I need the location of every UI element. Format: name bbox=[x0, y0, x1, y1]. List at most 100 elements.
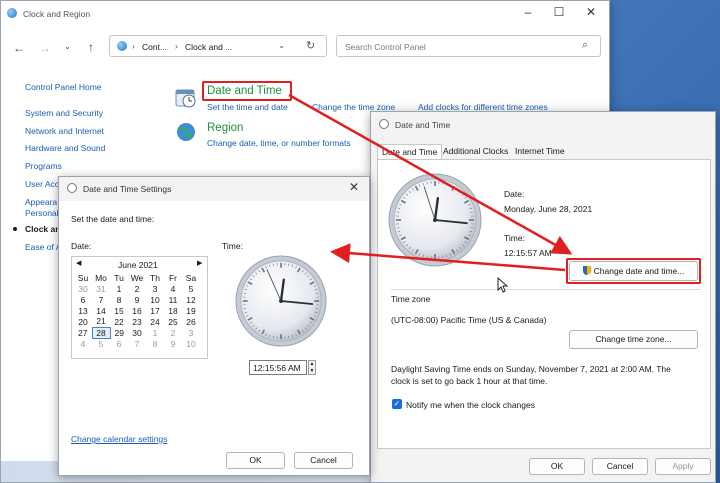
sidebar-item-programs[interactable]: Programs bbox=[25, 161, 62, 171]
calendar-day[interactable]: 12 bbox=[182, 294, 200, 305]
calendar-day[interactable]: 27 bbox=[74, 327, 92, 338]
calendar-day[interactable]: 9 bbox=[164, 338, 182, 349]
calendar-day[interactable]: 3 bbox=[182, 327, 200, 338]
apply-button[interactable]: Apply bbox=[655, 458, 711, 475]
tab-internet-time[interactable]: Internet Time bbox=[515, 146, 565, 156]
calendar-day[interactable]: 2 bbox=[164, 327, 182, 338]
calendar-day[interactable]: 6 bbox=[110, 338, 128, 349]
sidebar-item-appearance-2[interactable]: Personal bbox=[25, 208, 59, 218]
calendar-day[interactable]: 30 bbox=[74, 283, 92, 294]
search-box[interactable]: Search Control Panel ⌕ bbox=[336, 35, 601, 57]
forward-arrow-icon[interactable]: → bbox=[39, 41, 51, 55]
breadcrumb-control-panel[interactable]: Cont... bbox=[142, 42, 167, 52]
address-bar[interactable]: › Cont... › Clock and ... ⌄ ↻ bbox=[109, 35, 327, 57]
breadcrumb-clock-region[interactable]: Clock and ... bbox=[185, 42, 232, 52]
calendar-day[interactable]: 7 bbox=[92, 294, 110, 305]
calendar-day[interactable]: 30 bbox=[128, 327, 146, 338]
set-time-date-link[interactable]: Set the time and date bbox=[207, 102, 288, 112]
calendar-day[interactable]: 1 bbox=[146, 327, 164, 338]
refresh-icon[interactable]: ↻ bbox=[306, 39, 315, 52]
tab-additional-clocks[interactable]: Additional Clocks bbox=[443, 146, 508, 156]
calendar-day[interactable]: 24 bbox=[146, 316, 164, 327]
sidebar-item-home[interactable]: Control Panel Home bbox=[25, 82, 102, 92]
settings-close-button[interactable]: ✕ bbox=[339, 180, 369, 194]
calendar-day[interactable]: 7 bbox=[128, 338, 146, 349]
tab-date-time[interactable]: Date and Time bbox=[377, 144, 443, 160]
settings-ok-button[interactable]: OK bbox=[226, 452, 285, 469]
calendar-day[interactable]: 18 bbox=[164, 305, 182, 316]
time-spinner[interactable]: ▲ ▼ bbox=[308, 360, 316, 375]
up-arrow-icon[interactable]: ↑ bbox=[88, 40, 94, 54]
region-formats-link[interactable]: Change date, time, or number formats bbox=[207, 138, 351, 148]
close-button[interactable]: ✕ bbox=[576, 5, 606, 19]
calendar-day[interactable]: 29 bbox=[110, 327, 128, 338]
recent-dropdown-icon[interactable]: ⌄ bbox=[64, 42, 71, 51]
calendar-day[interactable]: 8 bbox=[146, 338, 164, 349]
calendar-day[interactable]: 23 bbox=[128, 316, 146, 327]
calendar-month[interactable]: June 2021 bbox=[118, 260, 158, 270]
globe-icon bbox=[175, 121, 197, 143]
calendar-day[interactable]: 11 bbox=[164, 294, 182, 305]
calendar-day[interactable]: 2 bbox=[128, 283, 146, 294]
calendar-day[interactable]: 22 bbox=[110, 316, 128, 327]
time-input[interactable]: 12:15:56 AM bbox=[249, 360, 307, 375]
set-date-time-prompt: Set the date and time: bbox=[71, 214, 155, 224]
calendar-day[interactable]: 6 bbox=[74, 294, 92, 305]
settings-cancel-button[interactable]: Cancel bbox=[294, 452, 353, 469]
back-arrow-icon[interactable]: ← bbox=[13, 41, 25, 55]
calendar-day[interactable]: 10 bbox=[182, 338, 200, 349]
calendar-day[interactable]: 5 bbox=[182, 283, 200, 294]
cancel-button[interactable]: Cancel bbox=[592, 458, 648, 475]
sidebar-item-network[interactable]: Network and Internet bbox=[25, 126, 104, 136]
chevron-down-icon[interactable]: ⌄ bbox=[278, 40, 285, 51]
calendar-day[interactable]: 25 bbox=[164, 316, 182, 327]
date-label: Date: bbox=[504, 189, 525, 199]
sidebar-item-clock-region[interactable]: Clock an bbox=[25, 224, 60, 234]
next-month-icon[interactable]: ▶ bbox=[197, 259, 202, 267]
calendar-day[interactable]: 14 bbox=[92, 305, 110, 316]
calendar-day[interactable]: 8 bbox=[110, 294, 128, 305]
calendar[interactable]: ◀ June 2021 ▶ Su Mo Tu We Th Fr Sa 30 31 1 2 3 4 5 6 7… bbox=[71, 256, 208, 359]
calendar-day[interactable]: 1 bbox=[110, 283, 128, 294]
change-calendar-settings-link[interactable]: Change calendar settings bbox=[71, 434, 167, 444]
calendar-day[interactable]: 19 bbox=[182, 305, 200, 316]
calendar-day[interactable]: 4 bbox=[164, 283, 182, 294]
calendar-day[interactable]: 31 bbox=[92, 283, 110, 294]
sidebar-item-hardware[interactable]: Hardware and Sound bbox=[25, 143, 105, 153]
weekday-header: Mo bbox=[95, 272, 107, 283]
notify-checkbox[interactable]: ✓ bbox=[392, 399, 402, 409]
dst-info-line-2: clock is set to go back 1 hour at that t… bbox=[391, 376, 548, 386]
weekday-header: Sa bbox=[185, 272, 197, 283]
change-time-zone-button[interactable]: Change time zone... bbox=[569, 330, 698, 349]
sidebar-item-appearance[interactable]: Appeara bbox=[25, 197, 57, 207]
notify-label[interactable]: Notify me when the clock changes bbox=[406, 400, 535, 410]
divider bbox=[391, 289, 701, 290]
change-date-time-highlight bbox=[566, 258, 701, 284]
calendar-day[interactable]: 10 bbox=[146, 294, 164, 305]
minimize-button[interactable]: – bbox=[513, 5, 543, 19]
calendar-day[interactable]: 26 bbox=[182, 316, 200, 327]
time-input-value: 12:15:56 AM bbox=[253, 363, 301, 373]
calendar-day[interactable]: 9 bbox=[128, 294, 146, 305]
calendar-day[interactable]: 20 bbox=[74, 316, 92, 327]
calendar-day[interactable]: 13 bbox=[74, 305, 92, 316]
calendar-day[interactable]: 16 bbox=[128, 305, 146, 316]
calendar-day[interactable]: 5 bbox=[92, 338, 110, 349]
calendar-day[interactable]: 15 bbox=[110, 305, 128, 316]
calendar-day[interactable]: 17 bbox=[146, 305, 164, 316]
calendar-day[interactable]: 3 bbox=[146, 283, 164, 294]
previous-month-icon[interactable]: ◀ bbox=[76, 259, 81, 267]
search-input[interactable]: Search Control Panel bbox=[345, 42, 426, 52]
calendar-day[interactable]: 4 bbox=[74, 338, 92, 349]
maximize-button[interactable]: ☐ bbox=[544, 5, 574, 19]
weekday-header: Th bbox=[150, 272, 160, 283]
calendar-day[interactable]: 21 bbox=[92, 316, 110, 327]
weekday-header: Tu bbox=[114, 272, 124, 283]
ok-button[interactable]: OK bbox=[529, 458, 585, 475]
sidebar-item-user-accounts[interactable]: User Acc bbox=[25, 179, 59, 189]
sidebar-item-system[interactable]: System and Security bbox=[25, 108, 103, 118]
region-heading[interactable]: Region bbox=[207, 122, 243, 134]
sidebar-item-ease-of-access[interactable]: Ease of A bbox=[25, 242, 61, 252]
search-icon[interactable]: ⌕ bbox=[582, 39, 588, 52]
calendar-day[interactable]: 28 bbox=[91, 326, 111, 339]
